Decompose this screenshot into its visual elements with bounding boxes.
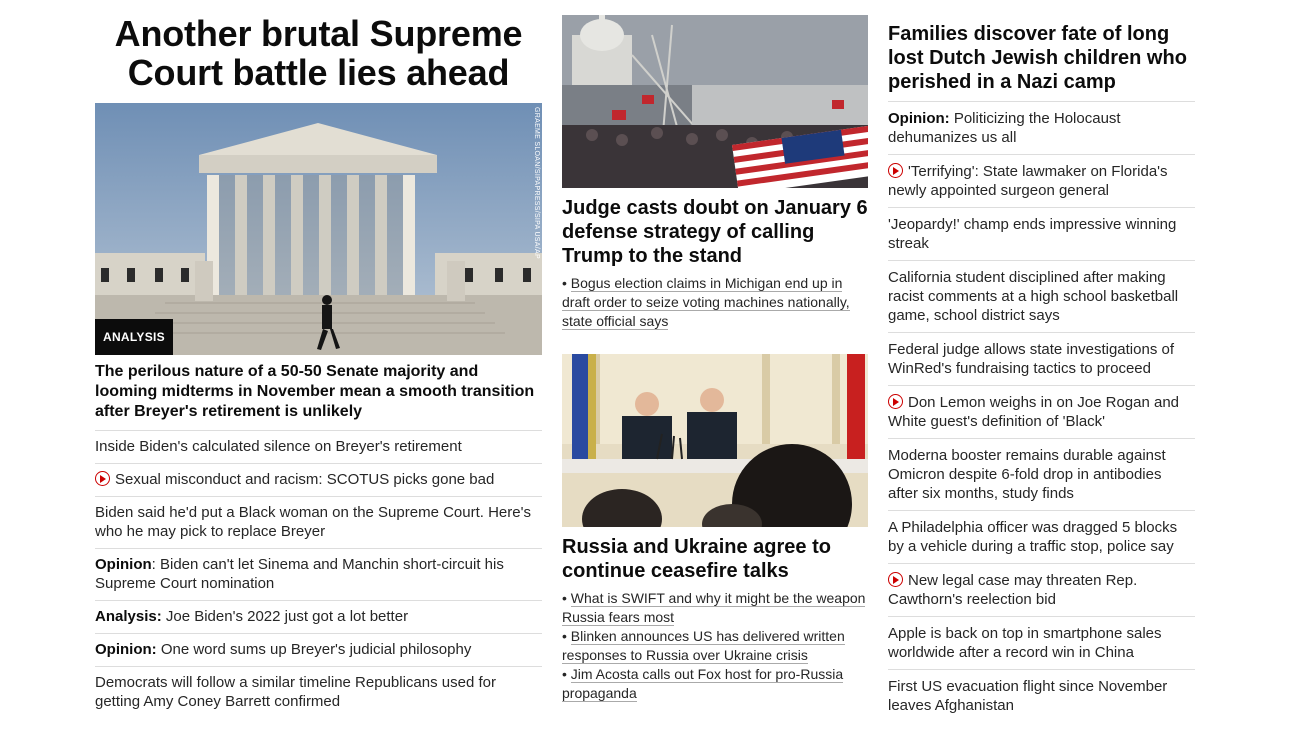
bullet-link[interactable]: • Bogus election claims in Michigan end …: [562, 274, 868, 331]
list-item[interactable]: Democrats will follow a similar timeline…: [95, 667, 542, 718]
list-item[interactable]: Inside Biden's calculated silence on Bre…: [95, 431, 542, 464]
story2-bullets: • What is SWIFT and why it might be the …: [562, 589, 868, 703]
list-item[interactable]: Opinion: Politicizing the Holocaust dehu…: [888, 102, 1195, 155]
analysis-badge: ANALYSIS: [95, 319, 173, 355]
list-item[interactable]: Don Lemon weighs in on Joe Rogan and Whi…: [888, 386, 1195, 439]
list-item[interactable]: Opinion: One word sums up Breyer's judic…: [95, 634, 542, 667]
lead-headline[interactable]: Another brutal Supreme Court battle lies…: [95, 0, 542, 103]
list-item[interactable]: Moderna booster remains durable against …: [888, 439, 1195, 511]
bullet-link[interactable]: • Jim Acosta calls out Fox host for pro-…: [562, 665, 868, 703]
peace-talks-image[interactable]: [562, 354, 868, 527]
video-play-icon: [888, 163, 903, 178]
right-column: Families discover fate of long lost Dutc…: [888, 0, 1195, 722]
middle-column: Judge casts doubt on January 6 defense s…: [562, 0, 868, 703]
video-play-icon: [888, 394, 903, 409]
list-item[interactable]: Apple is back on top in smartphone sales…: [888, 617, 1195, 670]
list-item[interactable]: First US evacuation flight since Novembe…: [888, 670, 1195, 722]
lead-image[interactable]: GRAEME SLOAN/SIPAPRESS/SIPA USA/AP ANALY…: [95, 103, 542, 355]
list-item[interactable]: 'Terrifying': State lawmaker on Florida'…: [888, 155, 1195, 208]
story2-headline[interactable]: Russia and Ukraine agree to continue cea…: [562, 535, 868, 583]
list-item[interactable]: Federal judge allows state investigation…: [888, 333, 1195, 386]
right-headline[interactable]: Families discover fate of long lost Dutc…: [888, 0, 1195, 102]
video-play-icon: [888, 572, 903, 587]
list-item[interactable]: Opinion: Biden can't let Sinema and Manc…: [95, 549, 542, 601]
bullet-link[interactable]: • Blinken announces US has delivered wri…: [562, 627, 868, 665]
photo-credit: GRAEME SLOAN/SIPAPRESS/SIPA USA/AP: [533, 107, 540, 259]
story1-bullets: • Bogus election claims in Michigan end …: [562, 274, 868, 331]
list-item[interactable]: Analysis: Joe Biden's 2022 just got a lo…: [95, 601, 542, 634]
list-item[interactable]: Sexual misconduct and racism: SCOTUS pic…: [95, 464, 542, 497]
story1-headline[interactable]: Judge casts doubt on January 6 defense s…: [562, 196, 868, 268]
lead-column: Another brutal Supreme Court battle lies…: [95, 0, 542, 718]
list-item[interactable]: 'Jeopardy!' champ ends impressive winnin…: [888, 208, 1195, 261]
list-item[interactable]: California student disciplined after mak…: [888, 261, 1195, 333]
video-play-icon: [95, 471, 110, 486]
capitol-riot-image[interactable]: [562, 15, 868, 188]
lead-related-list: Inside Biden's calculated silence on Bre…: [95, 431, 542, 718]
right-list: Opinion: Politicizing the Holocaust dehu…: [888, 102, 1195, 722]
list-item[interactable]: New legal case may threaten Rep. Cawthor…: [888, 564, 1195, 617]
list-item[interactable]: Biden said he'd put a Black woman on the…: [95, 497, 542, 549]
bullet-link[interactable]: • What is SWIFT and why it might be the …: [562, 589, 868, 627]
lead-summary[interactable]: The perilous nature of a 50-50 Senate ma…: [95, 355, 542, 431]
list-item[interactable]: A Philadelphia officer was dragged 5 blo…: [888, 511, 1195, 564]
